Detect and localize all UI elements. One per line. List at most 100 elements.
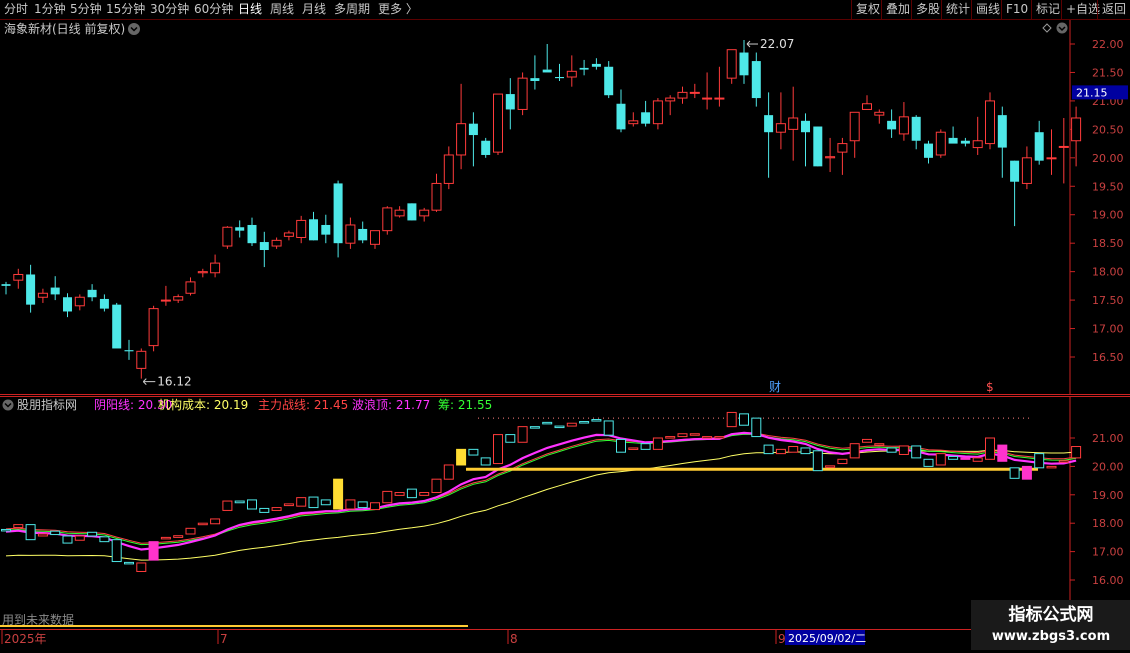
toolbar-button-1[interactable]: 叠加 — [886, 0, 910, 19]
toolbar-separator — [851, 0, 852, 19]
toolbar-separator — [881, 0, 882, 19]
indicator-panel[interactable]: 21.00 20.00 19.00 18.00 17.00 16.00 股朋指标网 阴阳线: … — [0, 396, 1130, 628]
indicator-candle — [185, 527, 196, 535]
indicator-candle — [148, 541, 159, 561]
indicator-legend-item: 机构成本: 20.19 — [158, 397, 248, 412]
indicator-candle — [111, 539, 122, 563]
toolbar-button-4[interactable]: 画线 — [976, 0, 1000, 19]
indicator-candle — [665, 436, 676, 439]
chevron-down-icon[interactable] — [2, 399, 14, 411]
indicator-candle — [431, 478, 442, 494]
chart-title: 海象新材(日线 前复权) — [4, 21, 125, 36]
indicator-candle — [775, 448, 786, 455]
indicator-candle — [1034, 453, 1045, 469]
candle[interactable] — [222, 226, 233, 249]
indicator-tick: 17.00 — [1092, 546, 1124, 559]
period-tab-3[interactable]: 15分钟 — [106, 0, 145, 19]
toolbar-button-8[interactable]: 返回 — [1102, 0, 1126, 19]
indicator-candle — [923, 458, 934, 467]
candle[interactable] — [517, 72, 528, 116]
indicator-candle — [948, 455, 959, 460]
period-tab-7[interactable]: 周线 — [270, 0, 294, 19]
chevron-down-icon[interactable] — [1056, 22, 1068, 34]
indicator-candle — [652, 437, 663, 450]
period-tab-4[interactable]: 30分钟 — [150, 0, 189, 19]
period-tab-1[interactable]: 1分钟 — [34, 0, 66, 19]
period-tab-2[interactable]: 5分钟 — [70, 0, 102, 19]
indicator-candle — [13, 524, 24, 528]
toolbar-button-6[interactable]: 标记 — [1036, 0, 1060, 19]
period-tab-9[interactable]: 多周期 — [334, 0, 370, 19]
indicator-candle — [517, 426, 528, 443]
indicator-candle — [1058, 460, 1069, 463]
period-tab-0[interactable]: 分时 — [4, 0, 28, 19]
indicator-candle — [788, 446, 799, 453]
toolbar-button-3[interactable]: 统计 — [946, 0, 970, 19]
price-tick: 18.50 — [1092, 237, 1124, 250]
toolbar-button-0[interactable]: 复权 — [856, 0, 880, 19]
indicator-tick: 19.00 — [1092, 489, 1124, 502]
chevron-down-icon[interactable] — [128, 23, 140, 35]
candle[interactable] — [985, 92, 995, 150]
candle[interactable] — [407, 203, 417, 221]
indicator-candle — [25, 524, 36, 541]
future-data-note: 用到未来数据 — [2, 612, 74, 627]
indicator-candle — [714, 436, 725, 439]
price-tick: 18.00 — [1092, 266, 1124, 279]
period-tab-8[interactable]: 月线 — [302, 0, 326, 19]
date-axis-label: 2025年 — [4, 632, 47, 646]
indicator-candle — [136, 562, 147, 572]
indicator-candle — [825, 465, 836, 468]
indicator-candle — [702, 436, 713, 439]
indicator-candle — [468, 448, 479, 456]
indicator-legend-item: 筹: 21.55 — [438, 398, 492, 412]
indicator-candle — [985, 437, 995, 460]
indicator-candle — [898, 445, 909, 455]
date-axis: 2025年 7 8 9 2025/09/02/二 — [0, 629, 1130, 650]
price-tick: 20.50 — [1092, 123, 1124, 136]
toolbar-separator — [941, 0, 942, 19]
price-tick: 22.00 — [1092, 38, 1124, 51]
indicator-candle — [886, 447, 897, 453]
indicator-candle — [296, 497, 307, 507]
indicator-candle — [62, 535, 73, 544]
toolbar-button-2[interactable]: 多股 — [916, 0, 940, 19]
indicator-candle — [99, 536, 110, 543]
current-price-label: 21.15 — [1076, 86, 1108, 99]
price-tick: 17.00 — [1092, 323, 1124, 336]
candle[interactable] — [813, 126, 823, 167]
watermark-url: www.zbgs3.com — [992, 629, 1110, 644]
toolbar-button-5[interactable]: F10 — [1006, 0, 1028, 19]
candle[interactable] — [112, 302, 122, 349]
period-tab-5[interactable]: 60分钟 — [194, 0, 233, 19]
indicator-candle — [283, 503, 294, 507]
indicator-candle — [849, 443, 860, 459]
indicator-candle — [1, 528, 11, 532]
indicator-candle — [197, 522, 208, 526]
site-watermark: 指标公式网 www.zbgs3.com — [971, 600, 1130, 650]
indicator-chart[interactable]: 21.0020.0019.0018.0017.0016.00股朋指标网 阴阳线: … — [0, 396, 1130, 628]
indicator-tick: 18.00 — [1092, 517, 1124, 530]
candle[interactable] — [148, 305, 159, 352]
period-tab-10[interactable]: 更多 〉 — [378, 0, 418, 19]
indicator-candle — [247, 499, 257, 510]
price-tick: 17.50 — [1092, 294, 1124, 307]
indicator-candle — [480, 457, 491, 466]
period-tab-6[interactable]: 日线 — [238, 0, 262, 19]
indicator-candle — [320, 499, 331, 506]
indicator-candle — [259, 507, 270, 513]
indicator-name: 股朋指标网 — [17, 397, 77, 412]
toolbar-separator — [911, 0, 912, 19]
toolbar-button-7[interactable]: +自选 — [1066, 0, 1100, 19]
candle[interactable] — [935, 129, 946, 158]
candle[interactable] — [382, 206, 393, 235]
date-axis-label: 9 — [778, 632, 786, 646]
dividend-marker[interactable]: $ — [986, 380, 994, 394]
kline-chart-panel[interactable]: 22.00 21.50 21.00 20.50 20.00 19.50 19.00 18.50… — [0, 20, 1130, 395]
indicator-candle — [50, 530, 61, 536]
candle[interactable] — [481, 137, 491, 158]
kline-chart[interactable]: 22.0021.5021.0020.5020.0019.5019.0018.50… — [0, 20, 1130, 395]
candle[interactable] — [493, 93, 503, 155]
indicator-candle — [542, 421, 553, 425]
finance-marker[interactable]: 财 — [769, 380, 781, 394]
